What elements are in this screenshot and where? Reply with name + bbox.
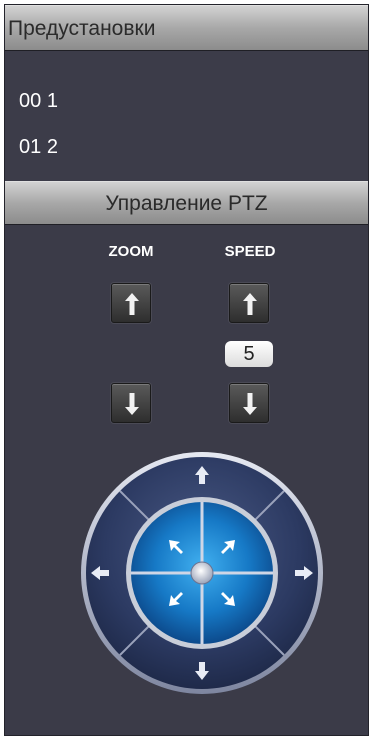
arrow-down-icon [125,393,139,415]
presets-header[interactable]: Предустановки [5,5,368,51]
arrow-down-icon [243,393,257,415]
zoom-out-button[interactable] [111,383,151,423]
arrow-up-icon [243,293,257,315]
speed-up-button[interactable] [229,283,269,323]
preset-item-00[interactable]: 00 1 [19,89,58,113]
speed-down-button[interactable] [229,383,269,423]
presets-list: 00 1 01 2 [5,51,368,181]
ptz-direction-wheel[interactable] [79,450,325,696]
arrow-up-icon [125,293,139,315]
preset-name: 1 [46,90,58,112]
speed-value: 5 [225,341,273,367]
zoom-in-button[interactable] [111,283,151,323]
ptz-control-title: Управление PTZ [105,192,268,215]
pan-up-left-button[interactable] [141,512,197,568]
pan-left-button[interactable] [84,533,129,613]
presets-header-title: Предустановки [8,17,156,40]
speed-label: SPEED [224,243,276,260]
preset-number: 01 [19,136,42,158]
ptz-control-header[interactable]: Управление PTZ [5,181,368,225]
preset-item-01[interactable]: 01 2 [19,135,58,159]
pan-up-button[interactable] [162,455,242,500]
pan-down-right-button[interactable] [207,578,263,634]
pan-down-left-button[interactable] [141,578,197,634]
ptz-panel: Предустановки 00 1 01 2 Управление PTZ Z… [4,4,369,736]
zoom-label: ZOOM [108,243,154,260]
pan-down-button[interactable] [162,646,242,691]
preset-number: 00 [19,90,42,112]
preset-name: 2 [46,136,58,158]
pan-up-right-button[interactable] [207,512,263,568]
pan-right-button[interactable] [275,533,320,613]
